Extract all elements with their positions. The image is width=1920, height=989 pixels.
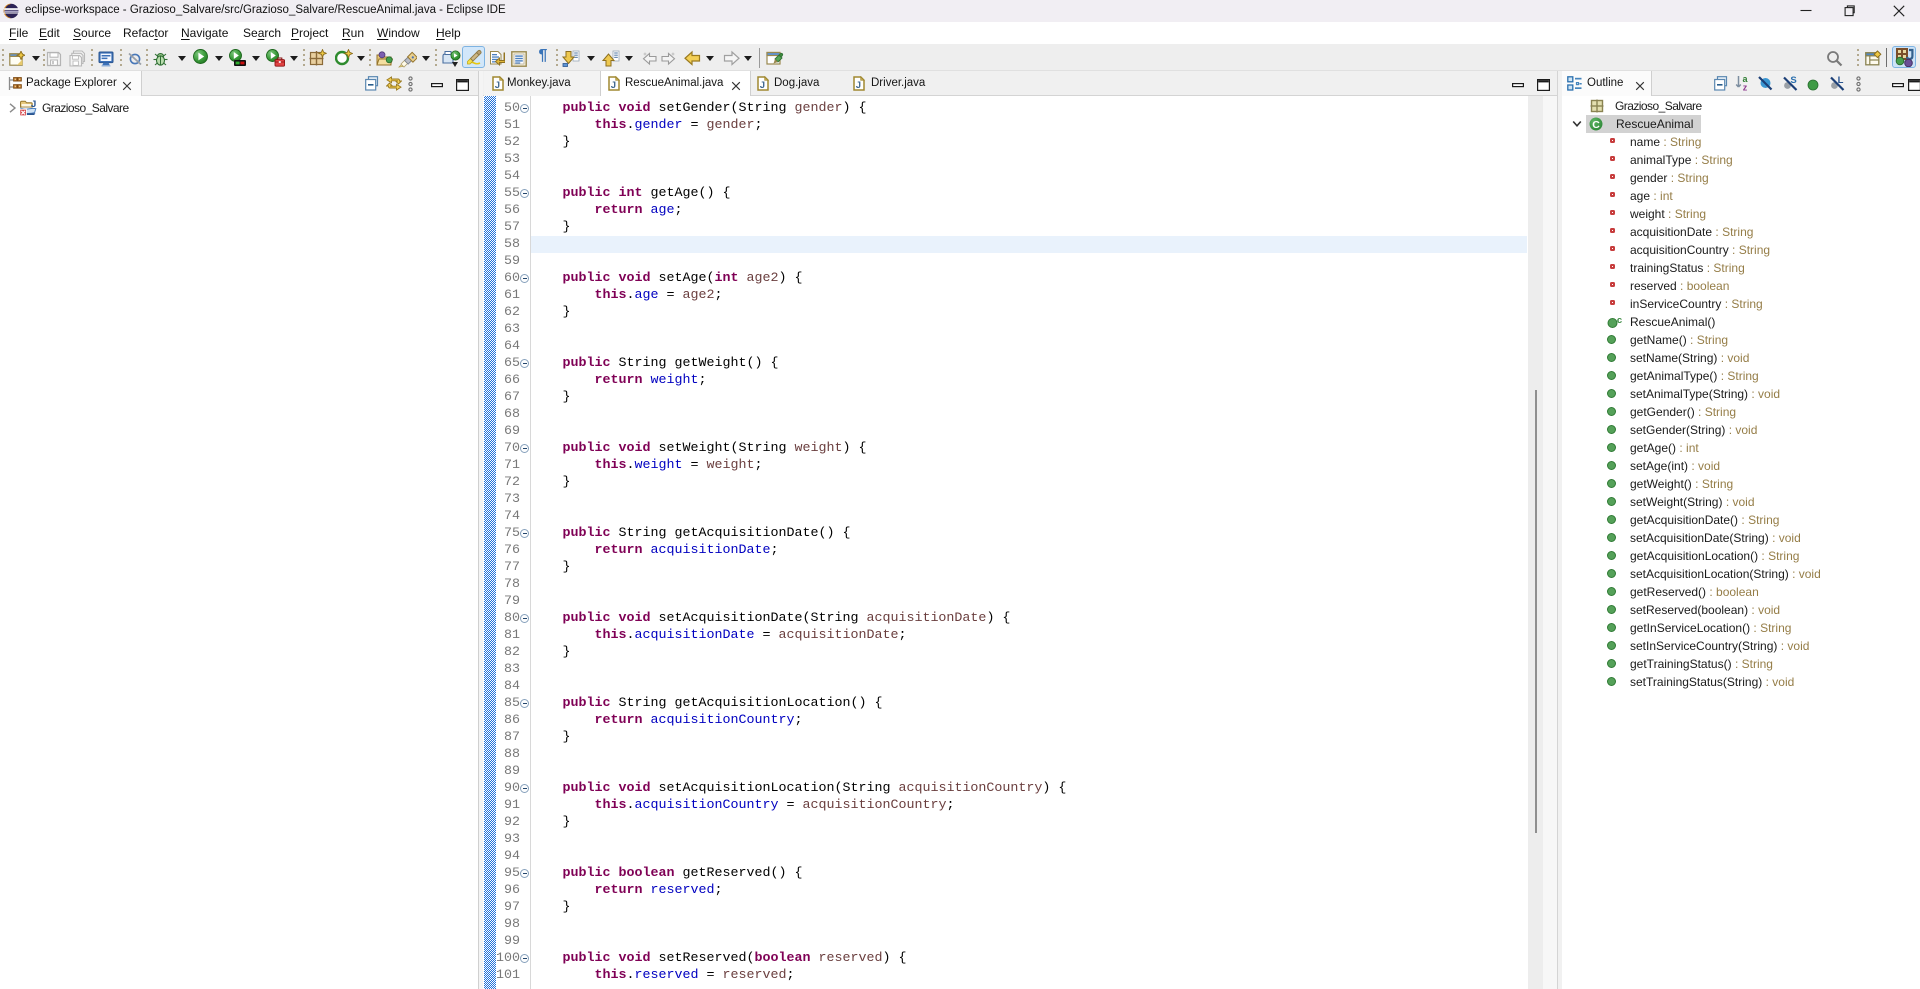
svg-text:J: J (495, 80, 500, 91)
svg-text:z: z (1743, 83, 1748, 92)
svg-text:c: c (1617, 315, 1622, 326)
svg-text:J: J (611, 80, 616, 91)
svg-text:J: J (856, 80, 861, 91)
svg-text:J: J (760, 80, 765, 91)
svg-text:C: C (1592, 119, 1600, 131)
